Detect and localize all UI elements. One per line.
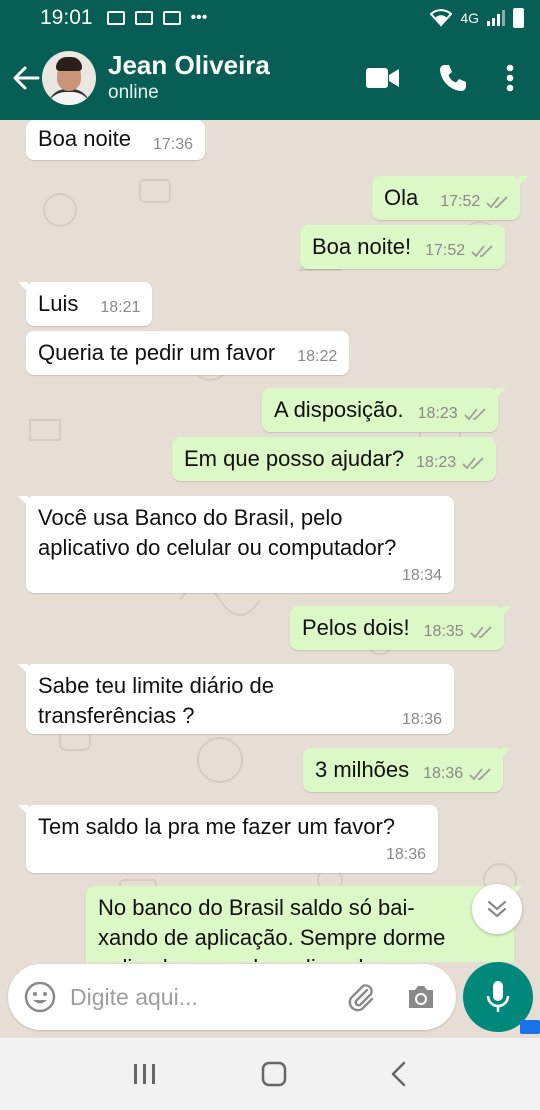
message-text: Boa noite xyxy=(38,126,131,151)
message-text: A disposição. xyxy=(274,397,404,422)
emoji-icon[interactable] xyxy=(24,981,56,1013)
paperclip-icon[interactable] xyxy=(346,981,376,1013)
message-text: 3 milhões xyxy=(315,757,410,782)
chat-header: Jean Oliveira online xyxy=(0,36,540,120)
double-check-icon xyxy=(470,626,492,639)
contact-name: Jean Oliveira xyxy=(108,50,270,80)
message-time: 18:36 xyxy=(423,765,464,782)
message-input[interactable] xyxy=(70,983,320,1011)
message-text: Tem saldo la pra me fazer um favor? xyxy=(38,814,396,839)
camera-icon[interactable] xyxy=(406,983,436,1011)
message-text-line: No banco do Brasil saldo só bai- xyxy=(98,895,415,920)
message-outgoing[interactable]: Ola 17:52 xyxy=(372,176,529,220)
message-time: 17:52 xyxy=(425,242,466,259)
message-text: Em que posso ajudar? xyxy=(184,446,405,471)
double-chevron-down-icon[interactable] xyxy=(472,884,522,934)
arrow-left-icon[interactable] xyxy=(6,36,46,120)
signal-icon xyxy=(487,10,505,26)
message-incoming[interactable]: Sabe teu limite diário de transferências… xyxy=(18,664,454,734)
status-time: 19:01 xyxy=(40,6,93,29)
message-text-line: Você usa Banco do Brasil, pelo xyxy=(38,505,343,530)
notification-badge-icon xyxy=(520,1020,540,1034)
message-time: 18:22 xyxy=(297,348,338,365)
message-text: Boa noite! xyxy=(312,234,412,259)
composer xyxy=(8,964,456,1030)
message-time: 18:23 xyxy=(416,454,457,471)
message-outgoing[interactable]: 3 milhões 18:36 xyxy=(303,748,512,792)
message-text: Luis xyxy=(38,291,79,316)
message-text-line: Sabe teu limite diário de xyxy=(38,673,275,698)
message-time: 17:36 xyxy=(152,136,194,153)
message-outgoing[interactable]: Boa noite! 17:52 xyxy=(300,225,506,269)
status-bar: 19:01 ••• 4G xyxy=(0,0,540,36)
message-text: Pelos dois! xyxy=(302,615,410,640)
message-time: 18:21 xyxy=(100,299,141,316)
recent-apps-icon[interactable] xyxy=(132,1062,158,1086)
contact-status: online xyxy=(108,82,159,103)
message-text-line: xando de aplicação. Sempre dorme xyxy=(98,925,446,950)
message-text: Queria te pedir um favor xyxy=(38,340,276,365)
message-outgoing[interactable]: No banco do Brasil saldo só bai- xando d… xyxy=(86,886,522,962)
message-text-line: transferências ? xyxy=(38,703,195,728)
message-time: 18:34 xyxy=(401,567,442,584)
message-outgoing[interactable]: A disposição. 18:23 xyxy=(262,388,506,432)
double-check-icon xyxy=(464,408,486,421)
phone-icon[interactable] xyxy=(438,63,468,93)
message-notification-icon xyxy=(162,11,181,25)
home-icon[interactable] xyxy=(261,1061,287,1087)
message-incoming[interactable]: Luis 18:21 xyxy=(17,282,153,326)
message-time: 17:52 xyxy=(440,193,481,210)
message-text: Ola xyxy=(384,185,419,210)
battery-icon xyxy=(513,8,524,28)
contact-info[interactable]: Jean Oliveira online xyxy=(108,50,270,106)
back-nav-icon[interactable] xyxy=(390,1061,408,1087)
message-incoming[interactable]: Boa noite 17:36 xyxy=(26,120,206,160)
system-nav-bar xyxy=(0,1038,540,1110)
message-incoming[interactable]: Queria te pedir um favor 18:22 xyxy=(26,331,350,375)
message-text-line: aplicativo do celular ou computador? xyxy=(38,535,397,560)
message-time: 18:23 xyxy=(417,405,458,422)
message-outgoing[interactable]: Em que posso ajudar? 18:23 xyxy=(172,437,497,481)
message-time: 18:35 xyxy=(423,623,464,640)
message-time: 18:36 xyxy=(385,846,426,863)
message-text-line: aplicado e vou desaplicando xyxy=(98,953,502,962)
double-check-icon xyxy=(471,245,493,258)
message-time: 18:36 xyxy=(401,711,442,728)
wifi-icon xyxy=(430,9,453,27)
message-notification-icon xyxy=(134,11,153,25)
message-list[interactable]: Boa noite 17:36 Ola 17:52 Boa noite! 17:… xyxy=(0,120,540,962)
network-type: 4G xyxy=(460,10,479,26)
message-outgoing[interactable]: Pelos dois! 18:35 xyxy=(290,606,512,650)
gallery-notification-icon xyxy=(106,11,125,25)
message-incoming[interactable]: Tem saldo la pra me fazer um favor? 18:3… xyxy=(18,805,438,873)
video-call-icon[interactable] xyxy=(366,67,400,89)
double-check-icon xyxy=(469,768,491,781)
double-check-icon xyxy=(486,196,508,209)
message-incoming[interactable]: Você usa Banco do Brasil, pelo aplicativ… xyxy=(18,496,454,593)
avatar[interactable] xyxy=(42,51,96,105)
double-check-icon xyxy=(462,457,484,470)
more-vert-icon[interactable] xyxy=(506,64,514,92)
more-notifications-icon: ••• xyxy=(190,9,208,26)
